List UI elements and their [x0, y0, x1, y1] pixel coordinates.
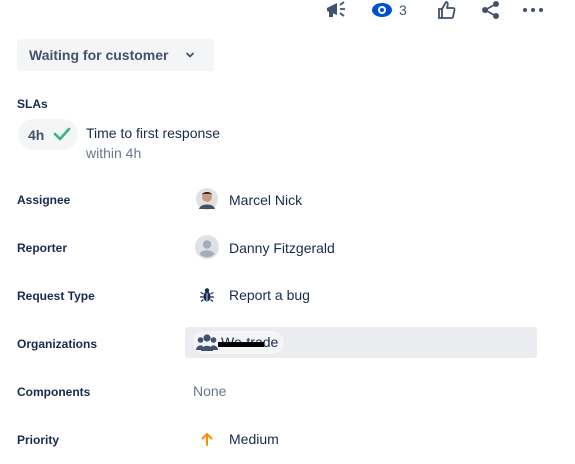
reporter-value[interactable]: Danny Fitzgerald — [229, 240, 335, 256]
status-dropdown[interactable]: Waiting for customer — [17, 39, 214, 71]
reporter-label: Reporter — [17, 241, 68, 255]
share-button[interactable] — [481, 0, 501, 20]
people-icon — [196, 334, 218, 351]
avatar — [196, 188, 218, 215]
watch-button[interactable]: 3 — [371, 0, 407, 20]
sla-section-label: SLAs — [17, 97, 48, 111]
assignee-value[interactable]: Marcel Nick — [229, 192, 302, 208]
priority-arrow-up-icon — [200, 431, 214, 452]
redaction-bar — [218, 342, 264, 347]
components-value[interactable]: None — [193, 383, 226, 399]
sla-badge-text: 4h — [28, 126, 45, 143]
sla-title: Time to first response — [86, 125, 221, 141]
organizations-field[interactable]: We-trade — [185, 327, 537, 358]
components-label: Components — [17, 385, 91, 399]
avatar-icon — [196, 188, 218, 210]
vote-button[interactable] — [437, 0, 457, 20]
thumbs-up-icon — [438, 1, 456, 19]
request-type-label: Request Type — [17, 289, 95, 303]
chevron-down-icon — [186, 52, 194, 58]
priority-value[interactable]: Medium — [229, 431, 279, 447]
assignee-label: Assignee — [17, 193, 71, 207]
issue-toolbar: 3 — [0, 0, 575, 22]
check-icon — [53, 127, 71, 141]
watch-count: 3 — [399, 2, 407, 18]
status-label: Waiting for customer — [29, 47, 169, 63]
bug-icon — [198, 286, 216, 309]
eye-icon — [372, 3, 392, 17]
share-icon — [482, 1, 499, 19]
more-actions-button[interactable] — [522, 0, 544, 20]
organizations-label: Organizations — [17, 337, 98, 351]
priority-label: Priority — [17, 433, 60, 447]
feedback-button[interactable] — [325, 0, 347, 20]
default-avatar-icon — [195, 235, 219, 259]
issue-details-panel: 3 Waiting for customer SLAs 4h Time to f… — [0, 0, 575, 464]
more-icon — [523, 8, 543, 12]
megaphone-icon — [327, 1, 345, 17]
sla-badge: 4h — [18, 119, 78, 150]
sla-subtitle: within 4h — [86, 145, 142, 161]
request-type-value[interactable]: Report a bug — [229, 287, 310, 303]
avatar — [195, 235, 219, 264]
